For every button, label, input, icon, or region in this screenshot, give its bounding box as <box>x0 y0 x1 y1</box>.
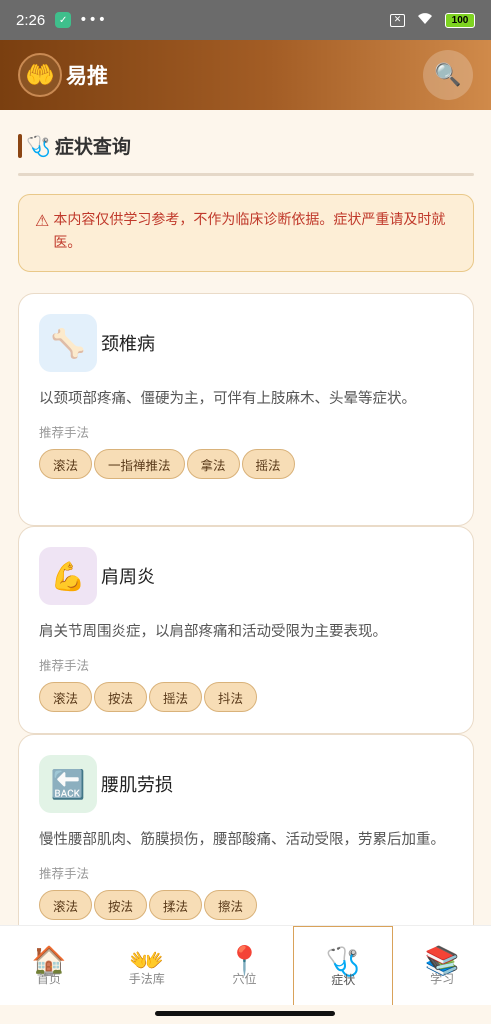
back-arrow-icon: 🔙 <box>39 755 97 813</box>
symptom-card-cervical[interactable]: 🦴 颈椎病 以颈项部疼痛、僵硬为主，可伴有上肢麻木、头晕等症状。 推荐手法 滚法… <box>18 293 474 526</box>
home-indicator[interactable] <box>155 1011 335 1016</box>
recommend-label: 推荐手法 <box>39 658 90 673</box>
technique-tags: 滚法 一指禅推法 拿法 摇法 <box>39 449 453 479</box>
technique-tag[interactable]: 滚法 <box>39 890 93 920</box>
app-title: 易推 <box>66 64 108 88</box>
nav-label: 首页 <box>36 972 61 986</box>
card-header: 🔙 腰肌劳损 <box>39 755 453 813</box>
symptom-card-lumbar[interactable]: 🔙 腰肌劳损 慢性腰部肌肉、筋膜损伤，腰部酸痛、活动受限，劳累后加重。 推荐手法… <box>18 734 474 925</box>
nav-item-symptoms[interactable]: 🩺 症状 <box>293 926 394 1005</box>
technique-tag[interactable]: 按法 <box>94 682 148 712</box>
nav-item-learn[interactable]: 📚 学习 <box>393 926 491 1005</box>
stethoscope-icon: 🩺 <box>26 133 51 158</box>
technique-tag[interactable]: 按法 <box>94 890 148 920</box>
card-title: 颈椎病 <box>101 334 155 355</box>
card-description: 慢性腰部肌肉、筋膜损伤，腰部酸痛、活动受限，劳累后加重。 <box>39 832 445 848</box>
search-button[interactable]: 🔍 <box>423 50 473 100</box>
nav-label: 症状 <box>331 972 356 987</box>
card-description: 以颈项部疼痛、僵硬为主，可伴有上肢麻木、头晕等症状。 <box>39 391 416 407</box>
technique-tag[interactable]: 摇法 <box>241 449 295 479</box>
technique-tags: 滚法 按法 摇法 抖法 <box>39 682 453 712</box>
technique-tag[interactable]: 拿法 <box>186 449 240 479</box>
section-accent-bar <box>18 133 22 158</box>
status-bar: 2:26 ✓ ••• ✕ 100 <box>0 0 491 40</box>
status-icons: ✕ 100 <box>390 10 475 30</box>
technique-tag[interactable]: 抖法 <box>204 682 258 712</box>
card-title: 肩周炎 <box>101 567 155 588</box>
app-header: 🤲 易推 🔍 <box>0 40 491 110</box>
disclaimer-box: ⚠ 本内容仅供学习参考，不作为临床诊断依据。症状严重请及时就医。 <box>18 194 474 272</box>
nav-label: 手法库 <box>128 972 165 986</box>
shield-icon: ✓ <box>55 12 72 28</box>
section-title: 🩺 症状查询 <box>18 132 131 159</box>
card-title: 腰肌劳损 <box>101 775 173 796</box>
technique-tag[interactable]: 摇法 <box>149 682 203 712</box>
nav-label: 学习 <box>430 972 455 986</box>
app-logo: 🤲 <box>18 53 62 97</box>
wifi-icon <box>415 10 435 30</box>
search-icon: 🔍 <box>434 62 462 88</box>
page-title: 症状查询 <box>54 136 131 158</box>
recommend-label: 推荐手法 <box>39 866 90 881</box>
palms-icon: 🤲 <box>25 61 55 89</box>
nav-item-acupoints[interactable]: 📍 穴位 <box>196 926 294 1005</box>
nav-item-techniques[interactable]: 👐 手法库 <box>98 926 196 1005</box>
warning-icon: ⚠ <box>35 211 50 230</box>
status-time: 2:26 <box>16 11 46 29</box>
card-header: 🦴 颈椎病 <box>39 314 453 372</box>
technique-tag[interactable]: 一指禅推法 <box>94 449 185 479</box>
nav-label: 穴位 <box>232 972 257 986</box>
flexed-biceps-icon: 💪 <box>39 547 97 605</box>
recommend-label: 推荐手法 <box>39 425 90 440</box>
nav-item-home[interactable]: 🏠 首页 <box>0 926 98 1005</box>
technique-tags: 滚法 按法 揉法 擦法 <box>39 890 453 920</box>
sim-icon: ✕ <box>390 13 405 27</box>
main-content[interactable]: 🩺 症状查询 ⚠ 本内容仅供学习参考，不作为临床诊断依据。症状严重请及时就医。 … <box>0 110 491 925</box>
disclaimer-text: 本内容仅供学习参考，不作为临床诊断依据。症状严重请及时就医。 <box>53 212 446 251</box>
technique-tag[interactable]: 揉法 <box>149 890 203 920</box>
symptom-card-shoulder[interactable]: 💪 肩周炎 肩关节周围炎症，以肩部疼痛和活动受限为主要表现。 推荐手法 滚法 按… <box>18 526 474 734</box>
battery-icon: 100 <box>445 12 475 28</box>
card-description: 肩关节周围炎症，以肩部疼痛和活动受限为主要表现。 <box>39 624 387 640</box>
divider <box>18 173 474 176</box>
bottom-nav: 🏠 首页 👐 手法库 📍 穴位 🩺 症状 📚 学习 <box>0 925 491 1005</box>
more-notifications-icon: ••• <box>79 12 107 28</box>
technique-tag[interactable]: 擦法 <box>204 890 258 920</box>
bone-icon: 🦴 <box>39 314 97 372</box>
card-header: 💪 肩周炎 <box>39 547 453 605</box>
technique-tag[interactable]: 滚法 <box>39 682 93 712</box>
technique-tag[interactable]: 滚法 <box>39 449 93 479</box>
